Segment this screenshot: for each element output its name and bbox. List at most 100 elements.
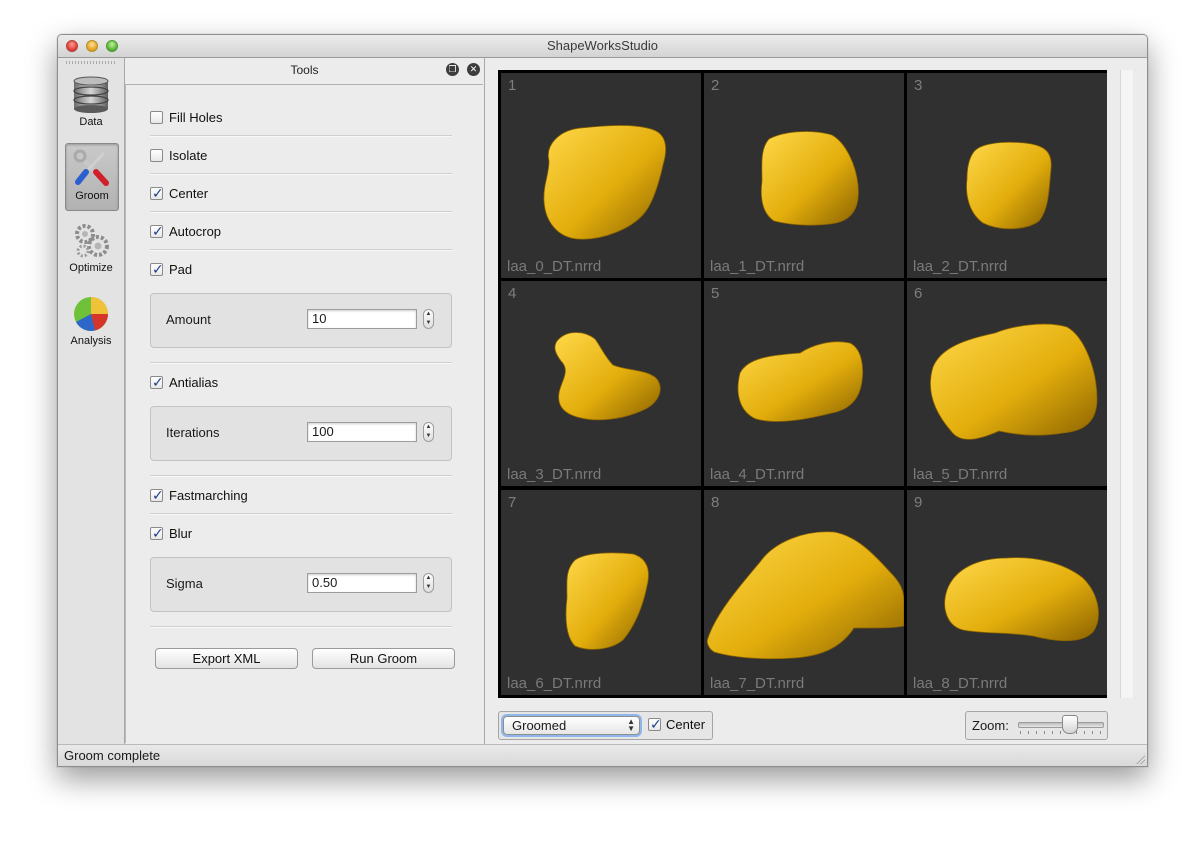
cell-filename: laa_3_DT.nrrd <box>507 466 602 483</box>
tools-panel: Tools ❐ ✕ Fill Holes Isolate Center Auto… <box>125 58 485 744</box>
antialias-iterations-label: Iterations <box>166 425 220 440</box>
pad-amount-input[interactable]: 10 <box>307 309 417 329</box>
separator <box>150 249 452 251</box>
center-label: Center <box>169 186 209 201</box>
zoom-slider-ticks <box>1020 731 1102 734</box>
separator <box>150 475 452 477</box>
title-bar: ShapeWorksStudio <box>58 35 1147 58</box>
module-data-label: Data <box>79 116 103 128</box>
cell-number: 6 <box>914 285 923 302</box>
fastmarching-box[interactable] <box>150 486 164 504</box>
viewer-cell-5[interactable]: 5 laa_4_DT.nrrd <box>704 281 904 486</box>
separator <box>150 626 452 628</box>
run-groom-button[interactable]: Run Groom <box>312 648 455 669</box>
center-box[interactable] <box>150 184 164 202</box>
viewer-cell-8[interactable]: 8 laa_7_DT.nrrd <box>704 490 904 695</box>
zoom-controls: Zoom: <box>965 711 1108 740</box>
antialias-iterations-group: Iterations 100 ▲ ▼ <box>150 406 452 461</box>
shape-render <box>543 125 667 240</box>
separator <box>150 135 452 137</box>
blur-sigma-stepper[interactable]: ▲ ▼ <box>423 573 434 593</box>
shape-viewer-grid[interactable]: 1 laa_0_DT.nrrd 2 laa_1_DT.nrrd 3 laa_2_… <box>498 70 1107 698</box>
cell-filename: laa_4_DT.nrrd <box>710 466 805 483</box>
zoom-window-button[interactable] <box>106 40 118 52</box>
module-analysis-label: Analysis <box>70 335 112 347</box>
pad-amount-group: Amount 10 ▲ ▼ <box>150 293 452 348</box>
float-panel-icon[interactable]: ❐ <box>446 63 459 76</box>
viewer-cell-3[interactable]: 3 laa_2_DT.nrrd <box>907 73 1107 278</box>
antialias-iterations-stepper[interactable]: ▲ ▼ <box>423 422 434 442</box>
zoom-slider-track[interactable] <box>1018 722 1104 728</box>
gears-icon <box>75 224 109 258</box>
close-window-button[interactable] <box>66 40 78 52</box>
viewer-cell-6[interactable]: 6 laa_5_DT.nrrd <box>907 281 1107 486</box>
fastmarching-label: Fastmarching <box>169 488 248 503</box>
display-controls: Groomed ▲▼ Center <box>498 711 713 740</box>
toolbar-grip[interactable] <box>66 61 116 64</box>
display-mode-select[interactable]: Groomed ▲ ▼ <box>503 716 640 735</box>
shape-render <box>565 552 649 650</box>
viewer-cell-1[interactable]: 1 laa_0_DT.nrrd <box>501 73 701 278</box>
autocrop-box[interactable] <box>150 222 164 240</box>
blur-sigma-input[interactable]: 0.50 <box>307 573 417 593</box>
minimize-window-button[interactable] <box>86 40 98 52</box>
blur-sigma-label: Sigma <box>166 576 203 591</box>
pad-box[interactable] <box>150 260 164 278</box>
fill-holes-label: Fill Holes <box>169 110 223 125</box>
module-analysis-button[interactable]: Analysis <box>65 289 117 355</box>
resize-grip[interactable] <box>1135 754 1145 764</box>
blur-box[interactable] <box>150 524 164 542</box>
tools-panel-title: Tools <box>290 63 319 77</box>
updown-arrow-icon: ▲ ▼ <box>627 717 635 733</box>
pad-amount-label: Amount <box>166 312 211 327</box>
cell-number: 1 <box>508 77 517 94</box>
cell-number: 5 <box>711 285 720 302</box>
module-optimize-button[interactable]: Optimize <box>65 216 117 282</box>
viewer-center-label: Center <box>666 717 706 732</box>
module-data-button[interactable]: Data <box>65 70 117 136</box>
cell-filename: laa_5_DT.nrrd <box>913 466 1008 483</box>
cell-filename: laa_1_DT.nrrd <box>710 258 805 275</box>
cell-number: 3 <box>914 77 923 94</box>
tools-panel-body: Fill Holes Isolate Center Autocrop Pad <box>125 84 483 743</box>
pie-chart-icon <box>74 297 108 331</box>
separator <box>150 362 452 364</box>
separator <box>150 211 452 213</box>
cell-number: 7 <box>508 494 517 511</box>
zoom-label: Zoom: <box>972 718 1009 733</box>
tools-icon <box>73 149 109 186</box>
zoom-slider-thumb[interactable] <box>1062 715 1079 734</box>
cell-filename: laa_7_DT.nrrd <box>710 675 805 692</box>
shape-render <box>930 323 1098 440</box>
module-groom-button[interactable]: Groom <box>65 143 119 211</box>
antialias-iterations-input[interactable]: 100 <box>307 422 417 442</box>
export-xml-button[interactable]: Export XML <box>155 648 298 669</box>
cell-filename: laa_8_DT.nrrd <box>913 675 1008 692</box>
shape-render <box>554 332 661 421</box>
fill-holes-box[interactable] <box>150 111 163 124</box>
viewer-cell-9[interactable]: 9 laa_8_DT.nrrd <box>907 490 1107 695</box>
module-bar: Data Groom Optimize Analysis <box>58 58 125 744</box>
module-groom-label: Groom <box>75 190 109 202</box>
antialias-label: Antialias <box>169 375 219 390</box>
window-title: ShapeWorksStudio <box>546 38 659 53</box>
isolate-box[interactable] <box>150 149 163 162</box>
shape-render <box>944 557 1099 642</box>
status-text: Groom complete <box>64 748 161 763</box>
cell-filename: laa_0_DT.nrrd <box>507 258 602 275</box>
viewer-cell-4[interactable]: 4 laa_3_DT.nrrd <box>501 281 701 486</box>
viewer-cell-7[interactable]: 7 laa_6_DT.nrrd <box>501 490 701 695</box>
viewer-cell-2[interactable]: 2 laa_1_DT.nrrd <box>704 73 904 278</box>
pad-amount-stepper[interactable]: ▲ ▼ <box>423 309 434 329</box>
cell-number: 9 <box>914 494 923 511</box>
antialias-box[interactable] <box>150 373 164 391</box>
blur-label: Blur <box>169 526 193 541</box>
cell-filename: laa_2_DT.nrrd <box>913 258 1008 275</box>
viewer-scrollbar[interactable] <box>1120 70 1133 698</box>
database-icon <box>73 76 109 113</box>
module-optimize-label: Optimize <box>69 262 113 274</box>
close-panel-icon[interactable]: ✕ <box>467 63 480 76</box>
blur-sigma-group: Sigma 0.50 ▲ ▼ <box>150 557 452 612</box>
viewer-center-box[interactable] <box>648 715 662 733</box>
isolate-label: Isolate <box>169 148 208 163</box>
